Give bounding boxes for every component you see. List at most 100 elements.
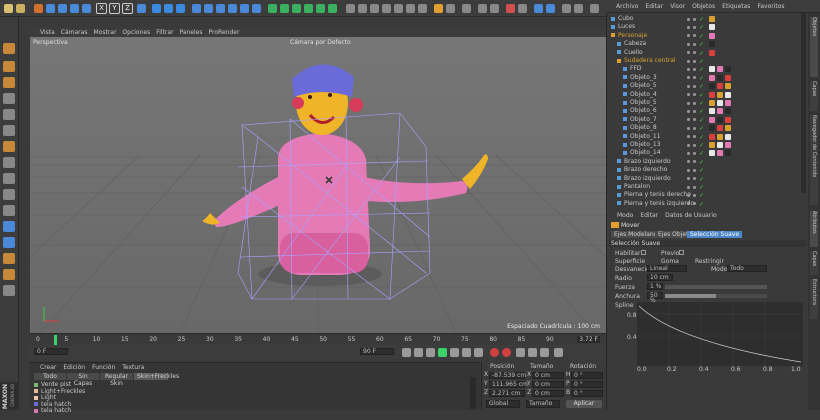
sky-icon[interactable] <box>304 4 313 13</box>
filter-skin-freckles[interactable]: Skin+Freckles <box>134 373 179 380</box>
render-settings-icon[interactable] <box>176 4 185 13</box>
width-slider[interactable] <box>665 294 767 298</box>
material-tag-icon[interactable] <box>717 91 723 98</box>
visibility-dot[interactable] <box>687 25 690 29</box>
object-tree-row[interactable]: Brazo izquierdo ✓ <box>607 158 808 166</box>
object-tree-row[interactable]: Objeto_14 ✓ <box>607 149 808 157</box>
snap-icon[interactable] <box>3 205 15 216</box>
polygons-tool-icon[interactable] <box>3 141 15 152</box>
x-axis-button[interactable]: X <box>96 3 107 14</box>
redo-icon[interactable] <box>16 4 25 13</box>
visibility-dot[interactable] <box>687 42 690 46</box>
enabled-check-icon[interactable]: ✓ <box>699 33 704 40</box>
model-tool-icon[interactable] <box>3 61 15 72</box>
camera-icon[interactable] <box>268 4 277 13</box>
material-tag-icon[interactable] <box>717 66 723 73</box>
attr-menu-userdata[interactable]: Datos de Usuario <box>665 212 717 219</box>
object-tag-icon[interactable] <box>709 32 715 39</box>
enabled-check-icon[interactable]: ✓ <box>699 108 704 115</box>
material-tag-icon[interactable] <box>709 133 715 140</box>
render-dot[interactable] <box>693 118 696 122</box>
enabled-check-icon[interactable]: ✓ <box>699 83 704 90</box>
visibility-dot[interactable] <box>687 17 690 21</box>
workplane-tool-icon[interactable] <box>3 93 15 104</box>
vp-menu-display[interactable]: Mostrar <box>93 29 116 36</box>
material-tag-icon[interactable] <box>717 150 723 157</box>
enable-axis-icon[interactable] <box>3 157 15 168</box>
goto-start-icon[interactable] <box>402 348 411 357</box>
material-tag-icon[interactable] <box>717 142 723 148</box>
vp-menu-filter[interactable]: Filtrar <box>156 29 173 36</box>
render-dot[interactable] <box>693 202 696 206</box>
material-tag-icon[interactable] <box>709 108 715 115</box>
enabled-check-icon[interactable]: ✓ <box>699 50 704 57</box>
lock-workplane-icon[interactable] <box>3 237 15 248</box>
enabled-check-icon[interactable]: ✓ <box>699 192 704 199</box>
render-dot[interactable] <box>693 51 696 55</box>
attr-menu-mode[interactable]: Modo <box>617 212 633 219</box>
material-tag-icon[interactable] <box>725 100 731 106</box>
points-tool-icon[interactable] <box>3 109 15 120</box>
material-tag-icon[interactable] <box>717 125 723 132</box>
falloff-graph[interactable]: 0.8 0.4 <box>627 302 803 366</box>
enabled-check-icon[interactable]: ✓ <box>699 75 704 82</box>
visibility-dot[interactable] <box>687 76 690 80</box>
enabled-check-icon[interactable]: ✓ <box>699 24 704 31</box>
object-tree-row[interactable]: Cubo ✓ <box>607 15 808 23</box>
enabled-check-icon[interactable]: ✓ <box>699 41 704 48</box>
enable-checkbox[interactable] <box>641 250 646 255</box>
visibility-dot[interactable] <box>687 168 690 172</box>
edges-tool-icon[interactable] <box>3 125 15 136</box>
enabled-check-icon[interactable]: ✓ <box>699 16 704 23</box>
render-dot[interactable] <box>693 59 696 63</box>
render-dot[interactable] <box>693 93 696 97</box>
visibility-dot[interactable] <box>687 185 690 189</box>
position-z-field[interactable]: 2.271 cm <box>489 390 525 397</box>
object-tag-icon[interactable] <box>709 24 715 31</box>
next-key-icon[interactable] <box>462 348 471 357</box>
select-icon[interactable] <box>34 4 43 13</box>
enabled-check-icon[interactable]: ✓ <box>699 125 704 132</box>
scale-icon[interactable] <box>58 4 67 13</box>
viewport-solo-icon[interactable] <box>3 189 15 200</box>
enabled-check-icon[interactable]: ✓ <box>699 201 704 208</box>
visibility-dot[interactable] <box>687 109 690 113</box>
pen-spline-icon[interactable] <box>204 4 213 13</box>
points-mode-icon[interactable] <box>346 4 355 13</box>
visibility-dot[interactable] <box>687 143 690 147</box>
null-object-icon[interactable] <box>292 4 301 13</box>
material-tag-icon[interactable] <box>725 133 731 140</box>
falloff-select[interactable]: Lineal <box>647 265 687 272</box>
deformer-icon[interactable] <box>240 4 249 13</box>
vp-menu-view[interactable]: Vista <box>40 29 55 36</box>
object-tree-row[interactable]: Luces ✓ <box>607 23 808 31</box>
rotation-p-field[interactable]: 0 ° <box>571 381 603 388</box>
workplane-mode-icon[interactable] <box>3 221 15 232</box>
enabled-check-icon[interactable]: ✓ <box>699 176 704 183</box>
enabled-check-icon[interactable]: ✓ <box>699 159 704 166</box>
quantize-icon[interactable] <box>3 269 15 280</box>
strength-field[interactable]: 1 % <box>647 283 663 290</box>
timeline-ruler[interactable]: 0 5 10 15 20 25 30 35 40 45 50 55 60 65 70 75 80 85 90 3.7… <box>30 333 606 345</box>
material-tag-icon[interactable] <box>709 125 715 132</box>
render-dot[interactable] <box>693 67 696 71</box>
object-tree-row[interactable]: Objeto_3 ✓ <box>607 74 808 82</box>
keyframe-icon[interactable] <box>518 4 527 13</box>
position-x-field[interactable]: -87.539 cm <box>489 372 526 379</box>
texture-tool-icon[interactable] <box>3 77 15 88</box>
position-y-field[interactable]: 111.965 cm <box>489 381 528 388</box>
texture-mode-icon[interactable] <box>406 4 415 13</box>
render-dot[interactable] <box>693 160 696 164</box>
render-dot[interactable] <box>693 126 696 130</box>
object-tree-row[interactable]: Objeto_7 ✓ <box>607 116 808 124</box>
material-tag-icon[interactable] <box>709 150 715 157</box>
object-tree-row[interactable]: Objeto_5 ✓ <box>607 82 808 90</box>
enabled-check-icon[interactable]: ✓ <box>699 150 704 157</box>
coordinate-system-icon[interactable] <box>137 4 146 13</box>
enabled-check-icon[interactable]: ✓ <box>699 134 704 141</box>
timeline-options-icon[interactable] <box>554 348 563 357</box>
material-tag-icon[interactable] <box>717 83 723 90</box>
object-tree-row[interactable]: Pantalon ✓ <box>607 183 808 191</box>
rotation-b-field[interactable]: 0 ° <box>571 390 603 397</box>
om-menu-view[interactable]: Visor <box>670 3 685 10</box>
